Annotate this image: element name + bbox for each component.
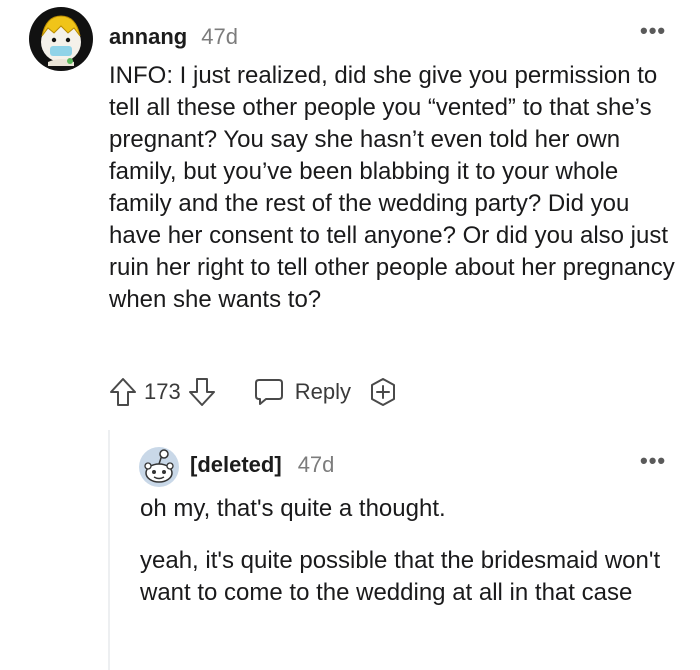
- comment-timestamp[interactable]: 47d: [201, 24, 238, 50]
- downvote-arrow-icon[interactable]: [187, 376, 217, 408]
- more-options-button[interactable]: •••: [640, 448, 666, 474]
- deleted-user-avatar: [138, 446, 180, 488]
- more-options-button[interactable]: •••: [640, 18, 666, 44]
- comment-body: INFO: I just realized, did she give you …: [109, 62, 675, 313]
- award-plus-icon[interactable]: [367, 376, 399, 408]
- reply-timestamp[interactable]: 47d: [298, 452, 335, 478]
- vote-score: 173: [144, 379, 181, 404]
- reply-paragraph: yeah, it's quite possible that the bride…: [140, 547, 661, 606]
- reply-paragraph: oh my, that's quite a thought.: [140, 495, 446, 522]
- deleted-username: [deleted]: [190, 452, 282, 477]
- user-avatar[interactable]: [28, 6, 94, 72]
- comment-actions: 173 Reply: [108, 374, 399, 410]
- speech-bubble-icon: [253, 377, 285, 407]
- thread-line[interactable]: [108, 430, 110, 670]
- upvote-arrow-icon[interactable]: [108, 376, 138, 408]
- reply-label: Reply: [294, 379, 351, 404]
- reply-button[interactable]: Reply: [253, 377, 351, 407]
- username[interactable]: annang: [109, 24, 187, 50]
